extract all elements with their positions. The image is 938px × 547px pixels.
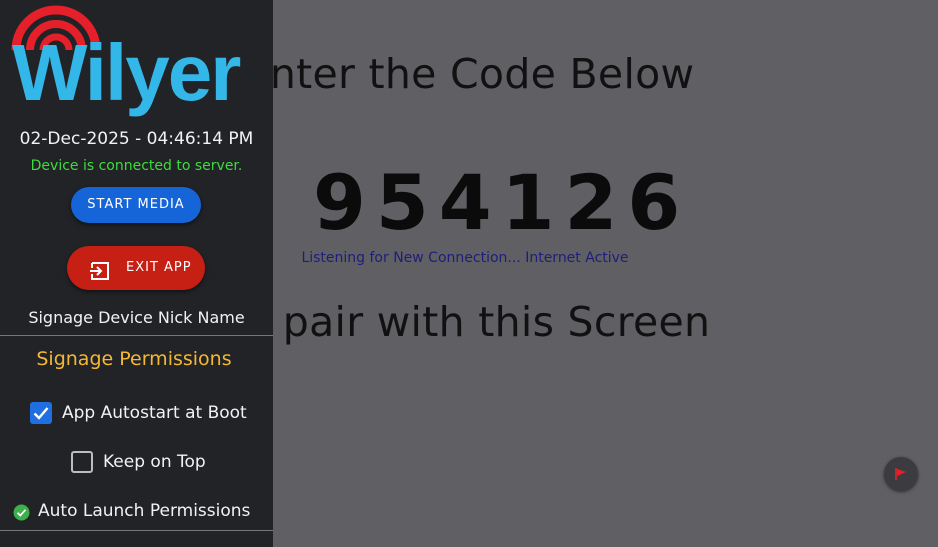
sidebar-panel: Wilyer 02-Dec-2025 - 04:46:14 PM Device … — [0, 0, 273, 547]
start-media-button[interactable]: START MEDIA — [71, 187, 201, 223]
flag-icon — [895, 468, 906, 480]
permissions-title: Signage Permissions — [36, 348, 232, 370]
autostart-label: App Autostart at Boot — [62, 403, 247, 423]
auto-launch-label: Auto Launch Permissions — [38, 501, 251, 521]
check-icon — [33, 407, 49, 420]
check-circle-icon — [13, 504, 30, 521]
floating-action-button[interactable] — [884, 457, 918, 491]
exit-icon — [89, 257, 111, 301]
exit-app-label: EXIT APP — [126, 260, 192, 275]
pairing-code: 954126 — [313, 158, 691, 247]
brand-logo: Wilyer — [10, 0, 265, 122]
logo-wordmark: Wilyer — [12, 28, 241, 117]
section-divider — [0, 335, 273, 336]
keep-on-top-label: Keep on Top — [103, 452, 206, 472]
keep-on-top-checkbox-row[interactable]: Keep on Top — [71, 451, 231, 475]
section-divider-bottom — [0, 530, 273, 531]
server-connection-status: Device is connected to server. — [30, 158, 243, 174]
device-nick-name[interactable]: Signage Device Nick Name — [0, 308, 273, 327]
exit-app-button[interactable]: EXIT APP — [67, 246, 205, 290]
keep-on-top-checkbox[interactable] — [71, 451, 93, 473]
current-datetime: 02-Dec-2025 - 04:46:14 PM — [19, 129, 254, 149]
autostart-checkbox-row[interactable]: App Autostart at Boot — [30, 402, 260, 426]
autostart-checkbox[interactable] — [30, 402, 52, 424]
